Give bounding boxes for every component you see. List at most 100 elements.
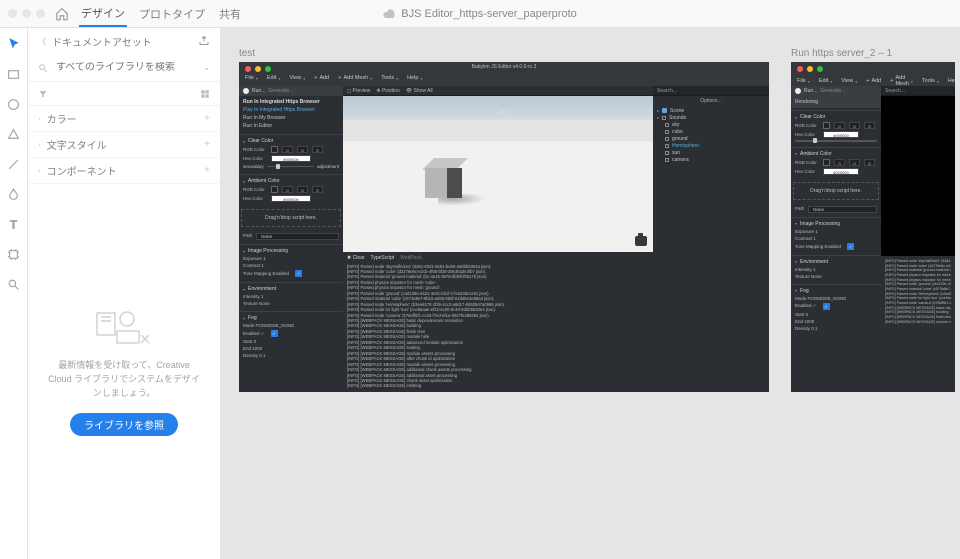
group-header[interactable]: Clear Color	[243, 138, 339, 144]
viewport-toolbar: ◻ Preview ✥ Position 👁 Show All	[343, 86, 653, 96]
artboard-tool-icon[interactable]	[6, 246, 22, 262]
cloud-icon	[383, 9, 395, 19]
editor-inspector-panel: Run... Generate... Run In Integrated Htt…	[239, 86, 343, 392]
outliner-item[interactable]: Sounds	[657, 114, 765, 121]
group-clear-color: Clear Color RGB Color000 Hex Color#00000…	[239, 134, 343, 172]
select-tool-icon[interactable]	[6, 36, 22, 52]
section-textstyle[interactable]: ›文字スタイル+	[28, 132, 220, 158]
window-traffic-lights	[8, 9, 45, 18]
panel-empty-state: 最新情報を受け取って、Creative Cloud ライブラリでシステムをデザイ…	[28, 184, 220, 559]
run-option[interactable]: Run In My Browser	[243, 114, 339, 122]
outliner-item[interactable]: ground	[657, 135, 765, 142]
outliner-item[interactable]: Scene	[657, 107, 765, 114]
grid-view-icon[interactable]	[200, 89, 210, 99]
back-icon[interactable]: 〈	[38, 36, 46, 47]
console-clear[interactable]: ✖ Clear	[347, 255, 365, 262]
outliner-search[interactable]: Search...	[653, 86, 769, 96]
run-option[interactable]: Run In Integrated Https Browser	[243, 98, 339, 106]
play-icon[interactable]: ▶	[502, 109, 506, 115]
viewport-3d[interactable]	[343, 96, 653, 252]
toggle[interactable]: ✓	[271, 330, 278, 337]
text-tool-icon[interactable]	[6, 216, 22, 232]
outliner-item[interactable]: cube	[657, 128, 765, 135]
artboard-run-https[interactable]: Run https server_2 – 1 File Edit View + …	[791, 48, 955, 559]
panel-header: 〈 ドキュメントアセット	[28, 28, 220, 54]
camera-icon[interactable]	[635, 236, 647, 246]
menu-help[interactable]: Help	[407, 75, 422, 81]
showall[interactable]: 👁 Show All	[406, 88, 433, 94]
outliner-item[interactable]: Hemispheric	[657, 142, 765, 149]
translate-icon[interactable]: ✥ Position	[376, 88, 399, 94]
group-environment: Environment Intensity 1 Texture None	[239, 282, 343, 309]
group-header[interactable]: Environment	[243, 286, 339, 292]
tab-design[interactable]: デザイン	[79, 1, 127, 27]
tab-prototype[interactable]: プロトタイプ	[137, 2, 207, 26]
path-field[interactable]: None	[256, 233, 339, 240]
outliner-tree: SceneSoundsskycubegroundHemisphericsunca…	[653, 104, 769, 166]
line-tool-icon[interactable]	[6, 156, 22, 172]
section-color[interactable]: ›カラー+	[28, 106, 220, 132]
panel-search[interactable]: ⌄	[28, 54, 220, 82]
outliner-item[interactable]: sky	[657, 121, 765, 128]
chevron-down-icon[interactable]: ⌄	[203, 63, 210, 72]
run-option[interactable]: Play In Integrated Https Browser	[243, 106, 339, 114]
outliner-item[interactable]: sun	[657, 149, 765, 156]
script-dropzone[interactable]: Drag'n'drop script here.	[241, 209, 341, 227]
menu-view[interactable]: View	[289, 75, 305, 81]
window-dots-icon	[797, 66, 823, 72]
document-title: BJS Editor_https-server_paperproto	[383, 8, 576, 20]
run-option[interactable]: Run In Editor	[243, 122, 339, 130]
cube-mesh	[425, 158, 465, 200]
canvas-area[interactable]: test Babylon JS Editor v4.0.0-rc.3 File …	[221, 28, 960, 559]
generate-tab[interactable]: Generate...	[268, 88, 293, 94]
browse-libraries-button[interactable]: ライブラリを参照	[70, 413, 178, 436]
console-line: [INFO] [WEBPACK MESSAGE] emitting	[347, 383, 649, 388]
inspector-header: Run... Generate...	[239, 86, 343, 96]
section-component[interactable]: ›コンポーネント+	[28, 158, 220, 184]
script-dropzone[interactable]: Drag'n'drop script here.	[793, 182, 879, 200]
menu-edit[interactable]: Edit	[267, 75, 281, 81]
run-options-list: Run In Integrated Https Browser Play In …	[239, 96, 343, 132]
group-header[interactable]: Ambient Color	[243, 178, 339, 184]
console-tab-ts[interactable]: TypeScript	[371, 255, 395, 262]
search-input[interactable]	[56, 62, 195, 73]
menu-tools[interactable]: Tools	[381, 75, 398, 81]
group-header[interactable]: Image Processing	[243, 248, 339, 254]
console-line: [INFO] [WEBPACK MESSAGE] module hide	[885, 320, 951, 325]
zoom-tool-icon[interactable]	[6, 276, 22, 292]
avatar-icon	[243, 88, 249, 94]
filter-icon[interactable]	[38, 89, 48, 99]
group-header[interactable]: Fog	[243, 315, 339, 321]
toggle[interactable]: ✓	[295, 270, 302, 277]
artboard-label[interactable]: test	[239, 48, 769, 59]
search-icon	[38, 63, 48, 73]
menu-add-mesh[interactable]: + Add Mesh	[338, 75, 372, 81]
console-line: [INFO] Parsed node 'skyHalfSize2' (5481-…	[885, 259, 951, 264]
pen-tool-icon[interactable]	[6, 186, 22, 202]
rendering-tab[interactable]: Rendering	[791, 96, 881, 108]
preview-tab[interactable]: ◻ Preview	[347, 88, 370, 94]
tab-share[interactable]: 共有	[217, 2, 243, 26]
editor-menu-bar: File Edit View + Add + Add Mesh Tools He…	[245, 75, 422, 81]
app-topbar: デザイン プロトタイプ 共有 BJS Editor_https-server_p…	[0, 0, 960, 28]
artboard-test[interactable]: test Babylon JS Editor v4.0.0-rc.3 File …	[239, 48, 769, 559]
export-icon[interactable]	[198, 35, 210, 47]
console-panel: [INFO] Parsed node 'skyHalfSize2' (5481-…	[881, 256, 955, 392]
editor-inspector-panel: Run...Generate... Rendering Clear Color …	[791, 86, 881, 392]
rectangle-tool-icon[interactable]	[6, 66, 22, 82]
dark-viewport	[881, 96, 955, 256]
menu-add[interactable]: + Add	[314, 75, 329, 81]
artboard-label[interactable]: Run https server_2 – 1	[791, 48, 955, 59]
polygon-tool-icon[interactable]	[6, 126, 22, 142]
console-line: [INFO] Parsed physics impostor for mesh …	[885, 273, 951, 278]
tool-rail	[0, 28, 28, 559]
menu-file[interactable]: File	[245, 75, 258, 81]
outliner-item[interactable]: camera	[657, 156, 765, 163]
console-panel: ✖ Clear TypeScript WebPack [INFO] Parsed…	[343, 252, 653, 392]
home-icon[interactable]	[55, 7, 69, 21]
group-image-processing: Image Processing Exposure 1 Contrast 1 T…	[239, 244, 343, 280]
panel-filter-row	[28, 82, 220, 106]
ellipse-tool-icon[interactable]	[6, 96, 22, 112]
run-tab[interactable]: Run...	[252, 88, 265, 94]
console-tab-wp[interactable]: WebPack	[400, 255, 421, 262]
